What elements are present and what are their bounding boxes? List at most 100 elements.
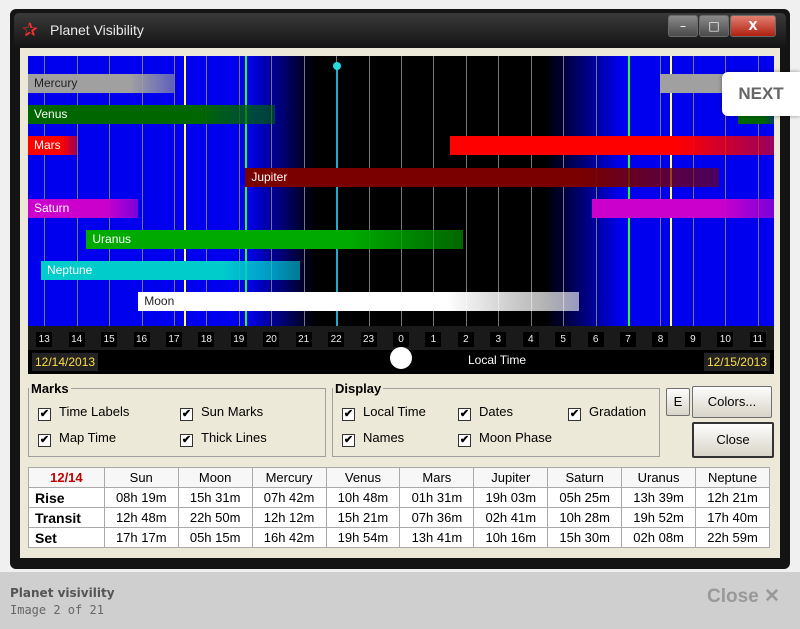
table-cell: 19h 54m [325, 527, 401, 548]
hour-tick-label: 20 [263, 332, 280, 347]
row-label: Set [28, 527, 105, 548]
names-checkbox[interactable]: ✔ Names [342, 430, 404, 447]
table-cell: 15h 30m [547, 527, 623, 548]
hour-grid-line [530, 56, 532, 326]
moon-phase-icon [390, 347, 412, 369]
table-cell: 13h 39m [621, 487, 697, 508]
table-cell: 19h 52m [621, 507, 697, 528]
hour-tick-label: 1 [425, 332, 442, 347]
time-axis: 12/14/2013 Local Time 12/15/2013 [28, 347, 774, 374]
close-icon: ✕ [764, 586, 780, 607]
gradation-checkbox[interactable]: ✔ Gradation [568, 404, 646, 421]
hour-tick-label: 2 [457, 332, 474, 347]
column-header: Uranus [621, 467, 697, 488]
hour-grid-line [76, 56, 78, 326]
hour-tick-label: 13 [36, 332, 53, 347]
checkbox-mark: ✔ [568, 408, 581, 421]
table-cell: 07h 42m [251, 487, 327, 508]
column-header: Sun [103, 467, 179, 488]
planet-bar-mars: Mars [28, 136, 77, 156]
thick-lines-checkbox[interactable]: ✔ Thick Lines [180, 430, 267, 447]
checkbox-mark: ✔ [458, 434, 471, 447]
checkbox-mark: ✔ [180, 434, 193, 447]
title-bar[interactable]: ✰ Planet Visibility – □ X [14, 13, 786, 47]
window-controls: – □ X [667, 15, 776, 37]
planet-bar-mars [449, 136, 774, 156]
hour-grid-line [173, 56, 175, 326]
next-image-button[interactable]: NEXT [722, 72, 800, 116]
table-cell: 02h 41m [473, 507, 549, 528]
minimize-button[interactable]: – [668, 15, 698, 37]
close-dialog-button[interactable]: Close [692, 422, 774, 458]
sun-marks-checkbox[interactable]: ✔ Sun Marks [180, 404, 263, 421]
table-cell: 05h 25m [547, 487, 623, 508]
checkbox-mark: ✔ [180, 408, 193, 421]
planet-bar-venus: Venus [28, 105, 275, 125]
maximize-button[interactable]: □ [699, 15, 729, 37]
hour-grid-line [563, 56, 565, 326]
map-time-label: Map Time [59, 430, 117, 445]
hour-grid-line [595, 56, 597, 326]
moon-phase-checkbox[interactable]: ✔ Moon Phase [458, 430, 552, 447]
marks-legend: Marks [31, 381, 69, 396]
table-cell: 15h 21m [325, 507, 401, 528]
hour-tick-label: 9 [684, 332, 701, 347]
dates-checkbox[interactable]: ✔ Dates [458, 404, 513, 421]
checkbox-mark: ✔ [458, 408, 471, 421]
gradation-label: Gradation [589, 404, 647, 419]
gallery-close-button[interactable]: Close ✕ [707, 585, 780, 608]
image-caption: Planet visivility Image 2 of 21 [10, 586, 115, 617]
row-label: Rise [28, 487, 105, 508]
dawn-thick-line [628, 56, 631, 326]
window-close-button[interactable]: X [730, 15, 776, 37]
table-date-cell: 12/14 [28, 467, 105, 488]
hour-tick-label: 7 [620, 332, 637, 347]
table-cell: 07h 36m [399, 507, 475, 528]
hour-grid-line [401, 56, 402, 326]
hour-tick-label: 5 [555, 332, 572, 347]
caption-title: Planet visivility [10, 586, 115, 600]
colors-button[interactable]: Colors... [692, 386, 772, 418]
hour-tick-label: 10 [717, 332, 734, 347]
start-date-label: 12/14/2013 [32, 353, 99, 371]
planet-bar-saturn: Saturn [28, 198, 139, 218]
checkbox-mark: ✔ [342, 408, 355, 421]
hour-tick-label: 17 [165, 332, 182, 347]
caption-subtitle: Image 2 of 21 [10, 603, 104, 617]
thick-lines-label: Thick Lines [201, 430, 267, 445]
column-header: Jupiter [473, 467, 549, 488]
planet-bar-moon: Moon [138, 292, 580, 312]
planet-bar-neptune: Neptune [40, 261, 301, 281]
table-cell: 08h 19m [103, 487, 179, 508]
table-row: Transit 12h 48m 22h 50m 12h 12m 15h 21m 07h 3… [28, 507, 770, 528]
table-cell: 05h 15m [177, 527, 253, 548]
table-cell: 10h 28m [547, 507, 623, 528]
time-labels-checkbox[interactable]: ✔ Time Labels [38, 404, 129, 421]
table-cell: 01h 31m [399, 487, 475, 508]
hour-tick-label: 22 [328, 332, 345, 347]
hour-grid-line [660, 56, 662, 326]
table-cell: 22h 50m [177, 507, 253, 528]
hour-grid-line [271, 56, 273, 326]
map-time-checkbox[interactable]: ✔ Map Time [38, 430, 116, 447]
local-time-checkbox[interactable]: ✔ Local Time [342, 404, 426, 421]
hour-tick-label: 14 [68, 332, 85, 347]
hour-tick-label: 6 [587, 332, 604, 347]
checkbox-mark: ✔ [342, 434, 355, 447]
e-button[interactable]: E [666, 388, 690, 416]
local-time-label: Local Time [363, 404, 426, 419]
hour-tick-label: 0 [393, 332, 409, 347]
hour-tick-label: 18 [198, 332, 215, 347]
hour-tick-label: 15 [101, 332, 118, 347]
hour-tick-label: 11 [749, 332, 766, 347]
table-cell: 12h 12m [251, 507, 327, 528]
hour-grid-line [238, 56, 240, 326]
visibility-chart: Mercury Venus Mars Jupiter Saturn Uranus Neptu… [28, 56, 774, 326]
table-cell: 17h 40m [695, 507, 770, 528]
table-row: Set 17h 17m 05h 15m 16h 42m 19h 54m 13h 41m 10… [28, 527, 770, 548]
table-cell: 13h 41m [399, 527, 475, 548]
hour-grid-line [141, 56, 143, 326]
dates-label: Dates [479, 404, 513, 419]
table-cell: 12h 21m [695, 487, 770, 508]
checkbox-mark: ✔ [38, 408, 51, 421]
